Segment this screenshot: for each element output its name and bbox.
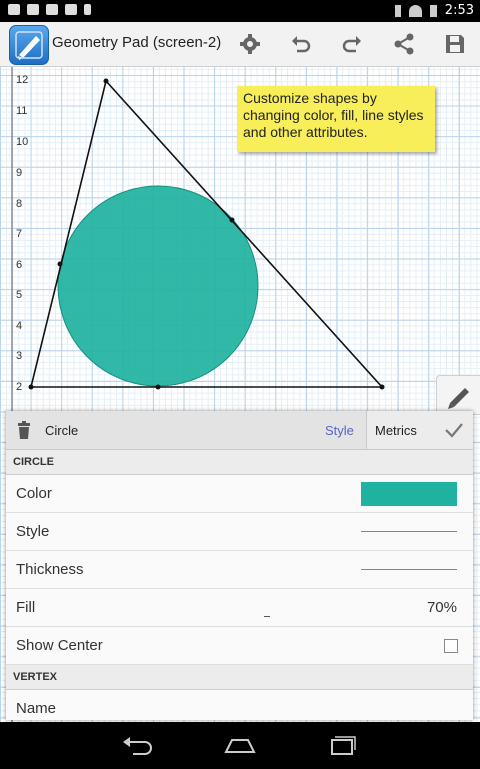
row-show-center[interactable]: Show Center xyxy=(6,627,473,665)
show-center-checkbox[interactable] xyxy=(444,639,458,653)
section-header-circle: CIRCLE xyxy=(6,450,473,475)
tangent-point[interactable] xyxy=(229,217,235,223)
battery-icon xyxy=(429,4,437,17)
vertex-point[interactable] xyxy=(103,78,109,84)
row-fill[interactable]: Fill 70% xyxy=(6,589,473,627)
image-notification-icon xyxy=(8,4,20,15)
cloud-notification-icon xyxy=(46,4,58,15)
home-icon xyxy=(224,739,256,753)
row-name[interactable]: Name xyxy=(6,690,473,720)
row-style[interactable]: Style xyxy=(6,513,473,551)
recents-button[interactable] xyxy=(322,732,362,760)
tangent-point[interactable] xyxy=(57,261,63,267)
color-swatch[interactable] xyxy=(361,482,457,506)
redo-button[interactable] xyxy=(338,30,366,58)
trash-icon xyxy=(18,421,30,439)
section-title: CIRCLE xyxy=(13,456,54,468)
fill-label: Fill xyxy=(16,599,36,616)
row-color[interactable]: Color xyxy=(6,475,473,513)
pencil-icon xyxy=(448,388,469,409)
settings-button[interactable] xyxy=(236,30,264,58)
redo-icon xyxy=(342,36,361,53)
app-title: Geometry Pad (screen-2) xyxy=(52,34,222,51)
wifi-icon xyxy=(408,4,422,17)
tab-metrics[interactable]: Metrics xyxy=(367,411,473,449)
vertex-point[interactable] xyxy=(379,384,385,390)
navigation-bar xyxy=(0,722,480,769)
undo-button[interactable] xyxy=(287,30,315,58)
undo-icon xyxy=(292,36,311,53)
show-center-label: Show Center xyxy=(16,637,103,654)
fill-slider[interactable] xyxy=(264,616,270,617)
tangent-point[interactable] xyxy=(155,384,161,390)
fill-value: 70% xyxy=(426,599,457,616)
checkmark-icon[interactable] xyxy=(443,420,465,440)
panel-header: Circle Style Metrics xyxy=(6,411,473,450)
download-notification-icon xyxy=(65,4,77,15)
tab-style[interactable]: Style xyxy=(325,423,354,438)
shape-name: Circle xyxy=(45,423,79,438)
home-button[interactable] xyxy=(220,732,260,760)
notification-icons xyxy=(8,4,91,15)
recents-icon xyxy=(331,736,356,755)
hint-tooltip: Customize shapes by changing color, fill… xyxy=(237,86,435,152)
color-label: Color xyxy=(16,485,52,502)
vertex-point[interactable] xyxy=(28,384,34,390)
delete-button[interactable] xyxy=(14,420,34,440)
system-icons: 2:53 xyxy=(394,3,474,18)
thickness-preview[interactable] xyxy=(361,569,457,570)
thickness-label: Thickness xyxy=(16,561,84,578)
gear-icon xyxy=(240,34,260,54)
bluetooth-icon xyxy=(394,4,401,17)
name-label: Name xyxy=(16,700,57,717)
row-thickness[interactable]: Thickness xyxy=(6,551,473,589)
action-bar: Geometry Pad (screen-2) xyxy=(0,22,480,67)
share-icon xyxy=(394,33,414,55)
file-notification-icon xyxy=(84,4,91,15)
line-style-preview[interactable] xyxy=(361,531,457,532)
app-icon[interactable] xyxy=(9,25,49,65)
section-title: VERTEX xyxy=(13,671,58,683)
back-icon xyxy=(123,737,152,755)
clock: 2:53 xyxy=(444,3,474,18)
edit-button[interactable] xyxy=(436,375,480,415)
status-bar: 2:53 xyxy=(0,0,480,22)
save-icon xyxy=(446,35,464,53)
mail-notification-icon xyxy=(27,4,39,15)
share-button[interactable] xyxy=(390,30,418,58)
style-label: Style xyxy=(16,523,50,540)
section-header-vertex: VERTEX xyxy=(6,665,473,690)
save-button[interactable] xyxy=(441,30,469,58)
tab-metrics-label: Metrics xyxy=(375,423,417,438)
properties-panel: Circle Style Metrics CIRCLE Color Style … xyxy=(6,411,473,720)
back-button[interactable] xyxy=(117,732,157,760)
